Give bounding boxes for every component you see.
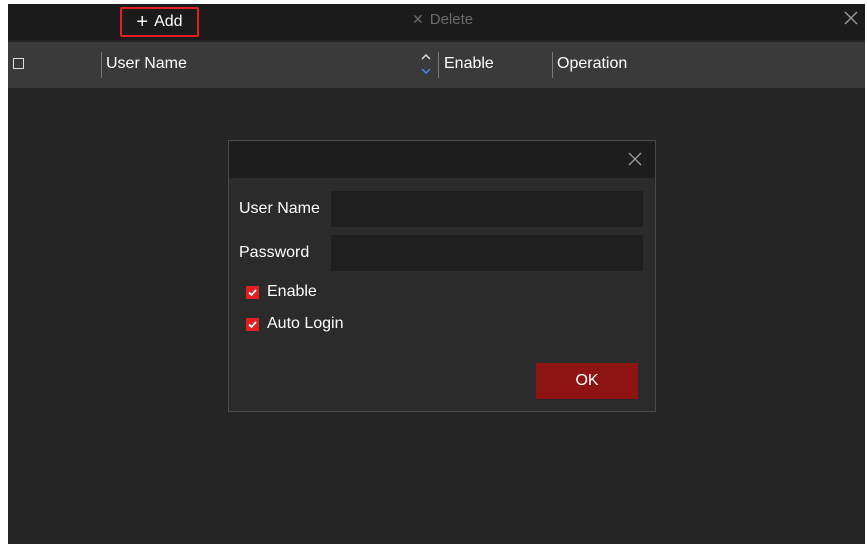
column-header-user-name[interactable]: User Name bbox=[106, 55, 187, 73]
enable-checkbox-row[interactable]: Enable bbox=[246, 283, 317, 301]
column-header-enable[interactable]: Enable bbox=[444, 55, 494, 73]
column-separator bbox=[552, 52, 553, 78]
column-header-operation[interactable]: Operation bbox=[557, 55, 627, 73]
x-icon: ✕ bbox=[412, 11, 424, 27]
auto-login-checkbox-row[interactable]: Auto Login bbox=[246, 315, 344, 333]
checkmark-icon bbox=[248, 288, 257, 296]
close-icon[interactable] bbox=[843, 10, 859, 26]
table-header: User Name Enable Operation bbox=[8, 42, 865, 88]
add-user-dialog: User Name Password Enable Auto Login OK bbox=[228, 140, 656, 412]
add-button-label: Add bbox=[154, 13, 183, 30]
sort-up-down-icon[interactable] bbox=[419, 50, 433, 78]
add-button[interactable]: + Add bbox=[120, 7, 199, 37]
password-input[interactable] bbox=[331, 235, 643, 271]
delete-button-label: Delete bbox=[429, 11, 474, 28]
auto-login-label: Auto Login bbox=[267, 315, 344, 332]
checkmark-icon bbox=[248, 320, 257, 328]
toolbar: + Add ✕ Delete bbox=[8, 4, 865, 40]
ok-button[interactable]: OK bbox=[536, 363, 638, 399]
user-name-input[interactable] bbox=[331, 191, 643, 227]
select-all-checkbox[interactable] bbox=[13, 58, 24, 69]
close-icon[interactable] bbox=[627, 151, 643, 167]
enable-checkbox[interactable] bbox=[246, 285, 259, 299]
column-separator bbox=[438, 52, 439, 78]
auto-login-checkbox[interactable] bbox=[246, 317, 259, 331]
column-separator bbox=[101, 52, 102, 78]
dialog-titlebar bbox=[229, 141, 655, 178]
user-management-panel: + Add ✕ Delete User Name Enable Operatio… bbox=[8, 4, 865, 544]
delete-button[interactable]: ✕ Delete bbox=[412, 11, 473, 28]
enable-label: Enable bbox=[267, 283, 317, 300]
password-label: Password bbox=[239, 244, 310, 261]
user-name-label: User Name bbox=[239, 200, 320, 217]
plus-icon: + bbox=[136, 11, 149, 33]
